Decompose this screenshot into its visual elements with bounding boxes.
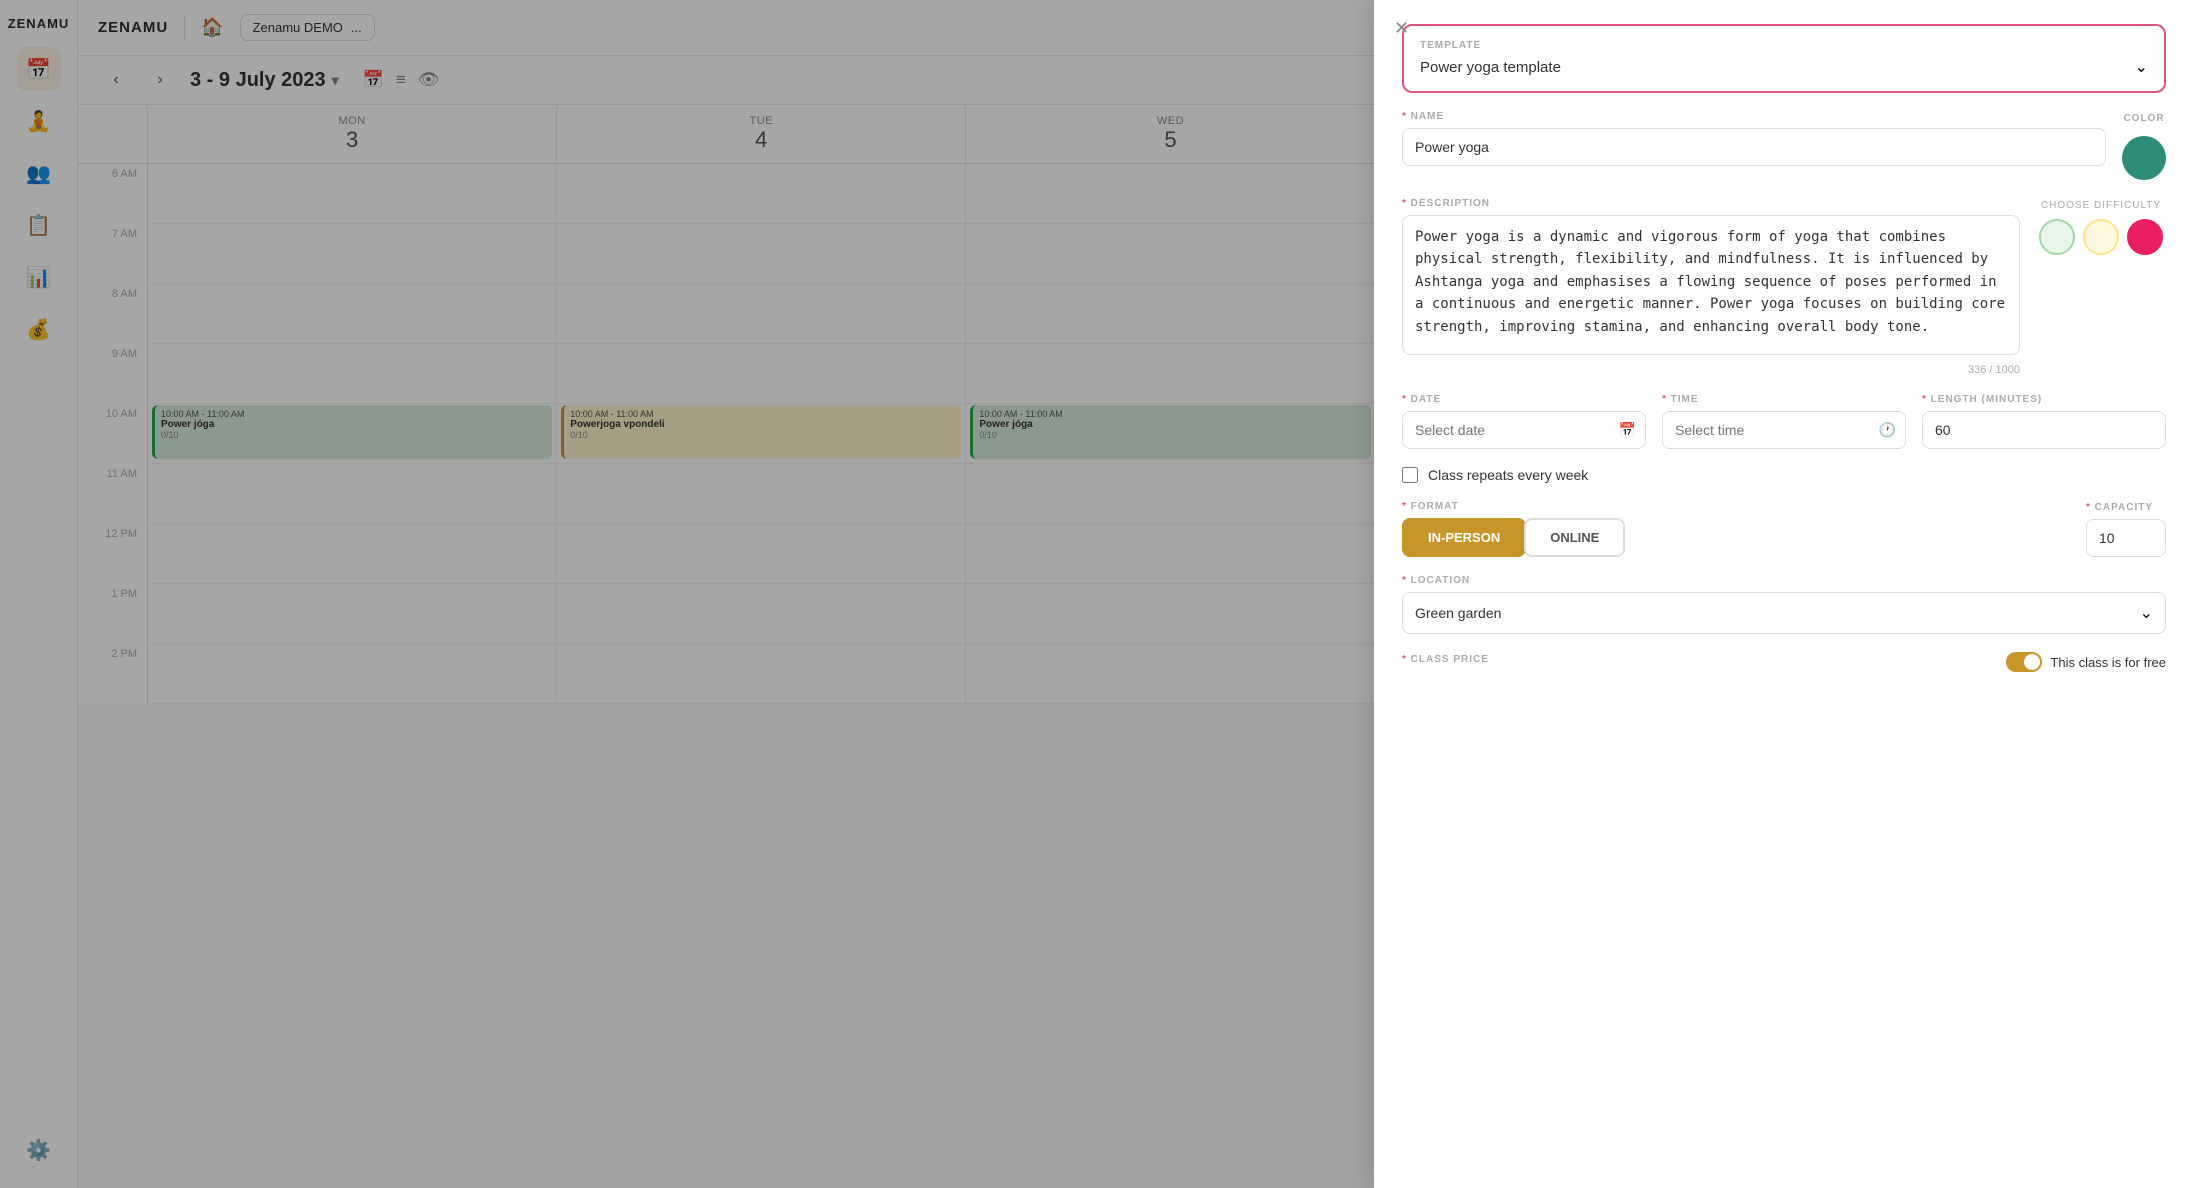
length-label: LENGTH (MINUTES) — [1922, 394, 2166, 405]
toggle-knob — [2024, 654, 2040, 670]
name-input[interactable] — [1402, 128, 2106, 166]
template-select-wrapper: Power yoga template ⌄ — [1420, 57, 2148, 77]
time-label: TIME — [1662, 394, 1906, 405]
time-input[interactable] — [1662, 411, 1906, 449]
color-picker-button[interactable] — [2122, 136, 2166, 180]
format-capacity-row: FORMAT IN-PERSON ONLINE CAPACITY — [1402, 501, 2166, 557]
date-input-wrapper: 📅 — [1402, 411, 1646, 449]
location-group: LOCATION Green garden ⌄ — [1402, 575, 2166, 634]
time-group: TIME 🕐 — [1662, 394, 1906, 449]
difficulty-group: CHOOSE DIFFICULTY — [2036, 198, 2166, 376]
color-group: COLOR — [2122, 111, 2166, 180]
format-label: FORMAT — [1402, 501, 2062, 512]
format-online-button[interactable]: ONLINE — [1524, 518, 1625, 557]
free-class-label: This class is for free — [2050, 655, 2166, 670]
capacity-input[interactable] — [2086, 519, 2166, 557]
template-select[interactable]: Power yoga template — [1420, 59, 2135, 76]
class-price-group: CLASS PRICE This class is for free — [1402, 652, 2166, 672]
modal-overlay: ✕ TEMPLATE Power yoga template ⌄ NAME CO… — [0, 0, 2194, 1188]
difficulty-hard[interactable] — [2127, 219, 2163, 255]
free-toggle[interactable] — [2006, 652, 2042, 672]
location-select[interactable]: Green garden ⌄ — [1402, 592, 2166, 634]
description-group: DESCRIPTION Power yoga is a dynamic and … — [1402, 198, 2020, 376]
location-value: Green garden — [1415, 605, 1501, 621]
free-toggle-group: This class is for free — [2006, 652, 2166, 672]
date-group: DATE 📅 — [1402, 394, 1646, 449]
name-color-row: NAME COLOR — [1402, 111, 2166, 180]
difficulty-easy[interactable] — [2039, 219, 2075, 255]
date-input[interactable] — [1402, 411, 1646, 449]
color-label: COLOR — [2123, 113, 2164, 124]
class-price-label: CLASS PRICE — [1402, 654, 1489, 665]
name-label: NAME — [1402, 111, 2106, 122]
difficulty-medium[interactable] — [2083, 219, 2119, 255]
modal-close-button[interactable]: ✕ — [1394, 18, 1409, 39]
date-time-length-row: DATE 📅 TIME 🕐 LENGTH (MINUTES) — [1402, 394, 2166, 449]
format-in-person-button[interactable]: IN-PERSON — [1402, 518, 1526, 557]
repeat-row: Class repeats every week — [1402, 467, 2166, 483]
time-input-wrapper: 🕐 — [1662, 411, 1906, 449]
create-class-modal: ✕ TEMPLATE Power yoga template ⌄ NAME CO… — [1374, 0, 2194, 1188]
description-textarea[interactable]: Power yoga is a dynamic and vigorous for… — [1402, 215, 2020, 355]
difficulty-circles — [2036, 219, 2166, 255]
description-label: DESCRIPTION — [1402, 198, 2020, 209]
location-dropdown-icon: ⌄ — [2140, 603, 2153, 623]
repeat-label: Class repeats every week — [1428, 467, 1588, 483]
template-label: TEMPLATE — [1420, 40, 2148, 51]
difficulty-label: CHOOSE DIFFICULTY — [2036, 200, 2166, 211]
template-dropdown-icon: ⌄ — [2135, 57, 2148, 77]
repeat-checkbox[interactable] — [1402, 467, 1418, 483]
capacity-label: CAPACITY — [2086, 502, 2166, 513]
template-section: TEMPLATE Power yoga template ⌄ — [1402, 24, 2166, 93]
price-row: CLASS PRICE This class is for free — [1402, 652, 2166, 672]
date-label: DATE — [1402, 394, 1646, 405]
length-group: LENGTH (MINUTES) — [1922, 394, 2166, 449]
format-buttons: IN-PERSON ONLINE — [1402, 518, 2062, 557]
location-label: LOCATION — [1402, 575, 2166, 586]
format-group: FORMAT IN-PERSON ONLINE — [1402, 501, 2062, 557]
capacity-group: CAPACITY — [2086, 502, 2166, 557]
char-count: 336 / 1000 — [1402, 364, 2020, 376]
description-difficulty-row: DESCRIPTION Power yoga is a dynamic and … — [1402, 198, 2166, 376]
name-group: NAME — [1402, 111, 2106, 166]
length-input[interactable] — [1922, 411, 2166, 449]
